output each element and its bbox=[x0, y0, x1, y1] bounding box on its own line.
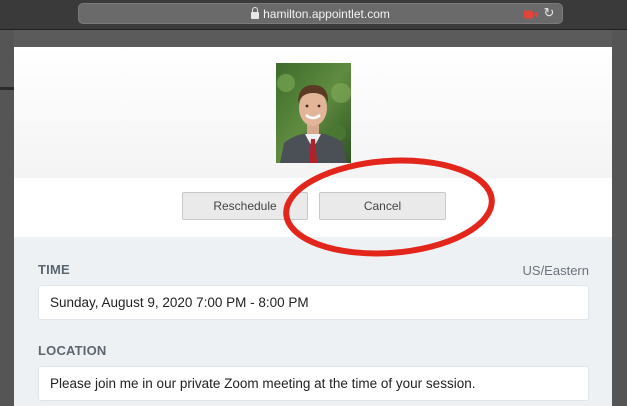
reload-icon[interactable]: ↻ bbox=[542, 6, 556, 20]
location-label: LOCATION bbox=[38, 343, 107, 358]
browser-toolbar: hamilton.appointlet.com ↻ bbox=[0, 0, 627, 30]
cancel-button[interactable]: Cancel bbox=[319, 192, 446, 220]
appointment-details: TIME US/Eastern Sunday, August 9, 2020 7… bbox=[14, 237, 612, 406]
reschedule-button[interactable]: Reschedule bbox=[182, 192, 308, 220]
appointment-page: Reschedule Cancel TIME US/Eastern Sunday… bbox=[14, 47, 612, 406]
profile-header bbox=[14, 47, 612, 178]
camera-recording-icon[interactable] bbox=[524, 10, 538, 19]
appointment-actions: Reschedule Cancel bbox=[14, 178, 612, 238]
timezone-label: US/Eastern bbox=[522, 263, 589, 278]
background-window-edge bbox=[0, 30, 14, 406]
avatar bbox=[276, 63, 351, 163]
location-value: Please join me in our private Zoom meeti… bbox=[38, 366, 589, 401]
lock-icon bbox=[251, 7, 260, 19]
background-window-edge-right bbox=[612, 30, 627, 406]
time-value: Sunday, August 9, 2020 7:00 PM - 8:00 PM bbox=[38, 285, 589, 320]
time-label: TIME bbox=[38, 262, 70, 277]
url-text: hamilton.appointlet.com bbox=[263, 7, 390, 21]
url-display: hamilton.appointlet.com bbox=[79, 7, 562, 21]
address-bar[interactable]: hamilton.appointlet.com ↻ bbox=[78, 3, 563, 24]
